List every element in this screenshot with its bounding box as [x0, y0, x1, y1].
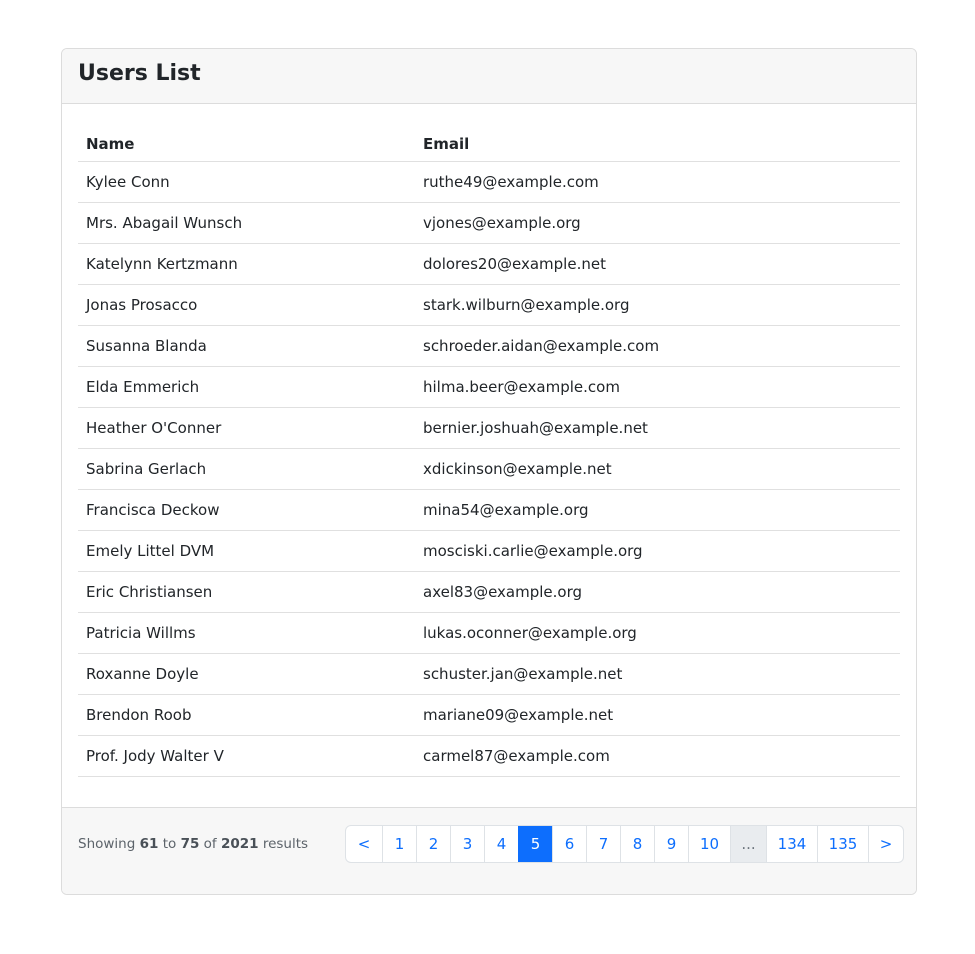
cell-name: Francisca Deckow	[78, 489, 415, 531]
cell-email: mosciski.carlie@example.org	[415, 530, 900, 572]
table-header-row: Name Email	[78, 120, 900, 162]
table-row: Roxanne Doyle schuster.jan@example.net	[78, 653, 900, 695]
table-row: Eric Christiansen axel83@example.org	[78, 571, 900, 613]
cell-email: carmel87@example.com	[415, 735, 900, 777]
page-button-7[interactable]: 7	[586, 826, 620, 862]
cell-email: bernier.joshuah@example.net	[415, 407, 900, 449]
table-row: Prof. Jody Walter Vcarmel87@example.com	[78, 735, 900, 777]
table-row: Elda Emmerich hilma.beer@example.com	[78, 366, 900, 408]
summary-to: 75	[180, 836, 200, 852]
table-row: Jonas Prosacco stark.wilburn@example.org	[78, 284, 900, 326]
summary-results-text: results	[262, 836, 309, 852]
cell-email: mariane09@example.net	[415, 694, 900, 736]
page-button-6[interactable]: 6	[552, 826, 586, 862]
table-row: Susanna Blanda schroeder.aidan@example.co…	[78, 325, 900, 367]
cell-name: Sabrina Gerlach	[78, 448, 415, 490]
cell-email: axel83@example.org	[415, 571, 900, 613]
table-row: Mrs. Abagail Wunsch vjones@example.org	[78, 202, 900, 244]
results-summary: Showing 61 to 75 of 2021 results	[78, 835, 308, 853]
table-row: Katelynn Kertzmann dolores20@example.net	[78, 243, 900, 285]
summary-of-text: of	[203, 836, 217, 852]
page-button-4[interactable]: 4	[484, 826, 518, 862]
summary-showing-text: Showing	[78, 836, 136, 852]
page-button-10[interactable]: 10	[688, 826, 730, 862]
page-title: Users List	[78, 61, 201, 86]
cell-name: Patricia Willms	[78, 612, 415, 654]
page-button-3[interactable]: 3	[450, 826, 484, 862]
cell-name: Prof. Jody Walter V	[78, 735, 415, 777]
page-button-5[interactable]: 5	[518, 826, 552, 862]
cell-name: Eric Christiansen	[78, 571, 415, 613]
page-button-8[interactable]: 8	[620, 826, 654, 862]
page-button-134[interactable]: 134	[766, 826, 817, 862]
cell-email: vjones@example.org	[415, 202, 900, 244]
table-row: Heather O'Conner bernier.joshuah@example.…	[78, 407, 900, 449]
cell-name: Heather O'Conner	[78, 407, 415, 449]
cell-name: Roxanne Doyle	[78, 653, 415, 695]
card-header: Users List	[62, 49, 916, 104]
cell-email: schroeder.aidan@example.com	[415, 325, 900, 367]
table-row: Sabrina Gerlach xdickinson@example.net	[78, 448, 900, 490]
cell-name: Kylee Conn	[78, 161, 415, 203]
page-button-135[interactable]: 135	[817, 826, 868, 862]
table-row: Francisca Deckow mina54@example.org	[78, 489, 900, 531]
cell-name: Emely Littel DVM	[78, 530, 415, 572]
users-card: Users List Name Email Kylee Conn ruthe49@…	[61, 48, 917, 895]
card-body: Name Email Kylee Conn ruthe49@example.com…	[62, 104, 916, 808]
summary-to-text: to	[162, 836, 177, 852]
column-header-name: Name	[78, 120, 415, 162]
page-button-2[interactable]: 2	[416, 826, 450, 862]
cell-email: xdickinson@example.net	[415, 448, 900, 490]
column-header-email: Email	[415, 120, 900, 162]
table-row: Brendon Roob mariane09@example.net	[78, 694, 900, 736]
table-row: Emely Littel DVM mosciski.carlie@example.…	[78, 530, 900, 572]
cell-name: Jonas Prosacco	[78, 284, 415, 326]
cell-name: Mrs. Abagail Wunsch	[78, 202, 415, 244]
cell-email: hilma.beer@example.com	[415, 366, 900, 408]
next-page-button[interactable]: >	[868, 826, 903, 862]
users-table: Name Email Kylee Conn ruthe49@example.com…	[78, 120, 900, 777]
page-button-1[interactable]: 1	[382, 826, 416, 862]
cell-email: lukas.oconner@example.org	[415, 612, 900, 654]
page-button-9[interactable]: 9	[654, 826, 688, 862]
pagination: <1 2 3 4 5 6 7 8 9 10... 134 135 >	[345, 825, 904, 863]
cell-email: ruthe49@example.com	[415, 161, 900, 203]
cell-name: Elda Emmerich	[78, 366, 415, 408]
cell-name: Susanna Blanda	[78, 325, 415, 367]
cell-email: mina54@example.org	[415, 489, 900, 531]
summary-total: 2021	[220, 836, 259, 852]
table-row: Kylee Conn ruthe49@example.com	[78, 161, 900, 203]
summary-from: 61	[139, 836, 159, 852]
pagination-ellipsis: ...	[730, 826, 766, 862]
cell-email: stark.wilburn@example.org	[415, 284, 900, 326]
cell-email: schuster.jan@example.net	[415, 653, 900, 695]
cell-name: Brendon Roob	[78, 694, 415, 736]
cell-email: dolores20@example.net	[415, 243, 900, 285]
table-row: Patricia Willms lukas.oconner@example.org	[78, 612, 900, 654]
prev-page-button[interactable]: <	[346, 826, 382, 862]
cell-name: Katelynn Kertzmann	[78, 243, 415, 285]
card-footer: Showing 61 to 75 of 2021 results <1 2 3 4 5 6…	[62, 807, 916, 894]
